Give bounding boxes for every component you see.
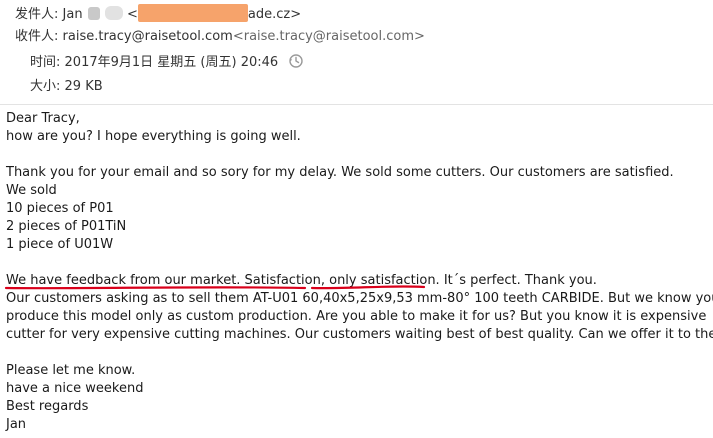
time-label: 时间: <box>30 55 61 70</box>
to-email[interactable]: <raise.tracy@raisetool.com> <box>233 29 425 44</box>
body-line: Our customers asking as to sell them AT-… <box>6 291 713 306</box>
to-row: 收件人: raise.tracy@raisetool.com<raise.tra… <box>15 28 425 46</box>
body-line: 1 piece of U01W <box>6 237 114 252</box>
body-line <box>6 254 706 272</box>
body-line: Best regards <box>6 399 89 414</box>
body-line: how are you? I hope everything is going … <box>6 129 301 144</box>
body-line: cutter for very expensive cutting machin… <box>6 327 713 342</box>
body-line: We sold <box>6 183 57 198</box>
from-email-open: < <box>127 7 138 22</box>
redaction-block <box>104 6 123 20</box>
size-label: 大小: <box>30 79 61 94</box>
clock-refresh-icon[interactable] <box>288 53 304 69</box>
body-line: 10 pieces of P01 <box>6 201 114 216</box>
clock-refresh-icon-svg <box>289 54 304 68</box>
body-line: Dear Tracy, <box>6 111 80 126</box>
time-row: 时间: 2017年9月1日 星期五 (周五) 20:46 <box>30 53 304 72</box>
to-name[interactable]: raise.tracy@raisetool.com <box>63 29 233 44</box>
header-divider <box>0 104 713 105</box>
to-label: 收件人: <box>15 29 59 44</box>
from-name[interactable]: Jan <box>63 7 83 22</box>
body-line <box>6 344 706 362</box>
body-line: Please let me know. <box>6 363 136 378</box>
from-label: 发件人: <box>15 7 59 22</box>
redaction-block <box>137 4 248 22</box>
email-body: Dear Tracy, how are you? I hope everythi… <box>6 110 713 434</box>
email-header: 发件人: Jan < ade.cz> 收件人: raise.tracy@raise… <box>0 0 713 104</box>
body-line: 2 pieces of P01TiN <box>6 219 127 234</box>
size-row: 大小: 29 KB <box>30 78 103 96</box>
redaction-block <box>87 7 100 20</box>
size-value: 29 KB <box>64 79 103 94</box>
body-line <box>6 146 706 164</box>
body-line: Jan <box>6 417 27 432</box>
time-value: 2017年9月1日 星期五 (周五) 20:46 <box>64 55 279 70</box>
from-email-suffix[interactable]: ade.cz> <box>248 7 301 22</box>
body-line: produce this model only as custom produc… <box>6 309 707 324</box>
body-line: Thank you for your email and so sory for… <box>6 165 674 180</box>
body-line-highlighted: We have feedback from our market. Satisf… <box>6 273 597 288</box>
from-row: 发件人: Jan < ade.cz> <box>15 4 301 24</box>
body-line: have a nice weekend <box>6 381 144 396</box>
